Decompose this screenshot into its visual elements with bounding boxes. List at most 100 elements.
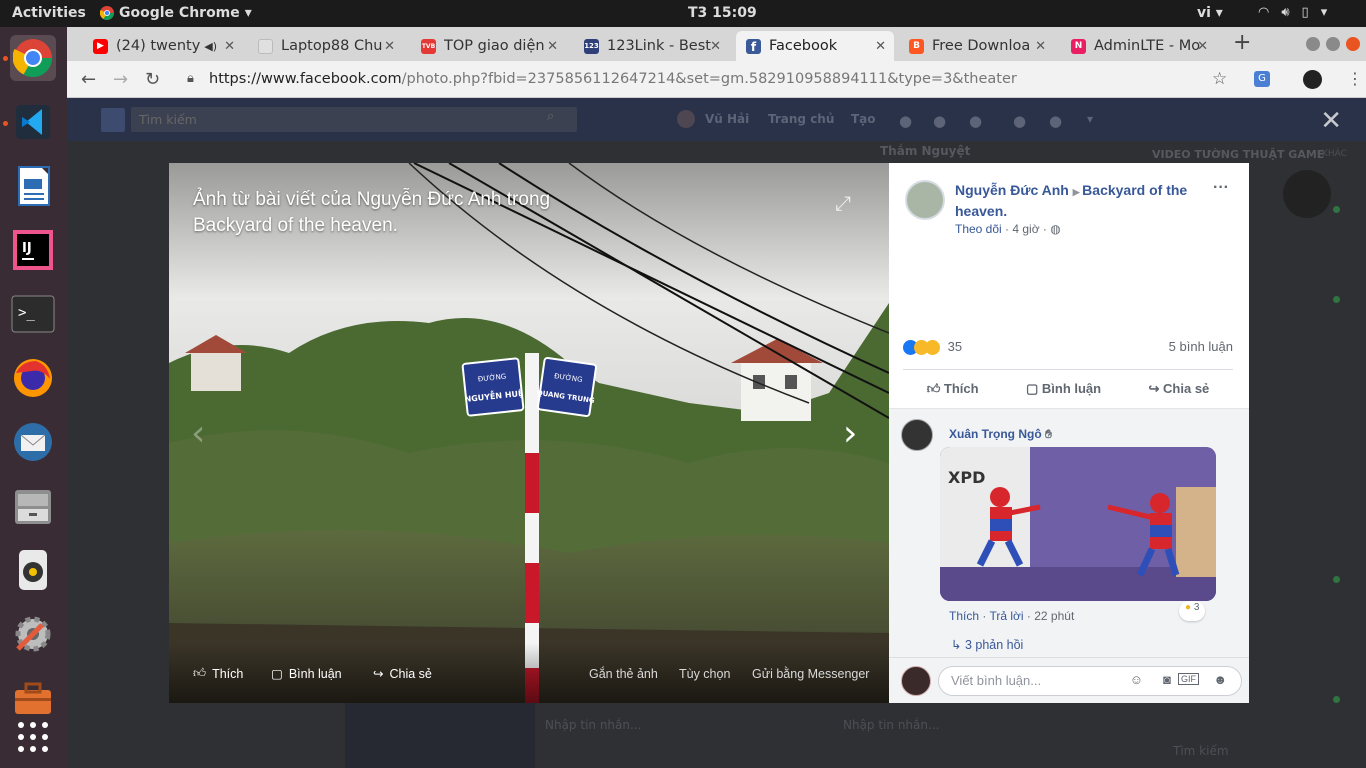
back-arrow-icon[interactable]: ← <box>81 69 96 90</box>
comment-reaction-badge[interactable]: ● 3 <box>1179 601 1206 621</box>
lock-icon[interactable]: 🔒︎ <box>187 71 194 86</box>
live-video-avatar[interactable] <box>1283 170 1331 218</box>
comment-time[interactable]: 22 phút <box>1034 609 1074 623</box>
bg-chat-input[interactable]: Nhập tin nhắn... <box>545 718 641 732</box>
commenter-name[interactable]: Xuân Trọng Ngô ✋︎ <box>949 427 1052 442</box>
close-window-button[interactable] <box>1346 37 1360 51</box>
post-like-button[interactable]: 👍︎ Thích <box>927 381 979 397</box>
tag-photo-button[interactable]: Gắn thẻ ảnh <box>589 667 658 681</box>
sticker-icon[interactable]: ☻ <box>1213 672 1227 687</box>
address-bar[interactable]: https://www.facebook.com/photo.php?fbid=… <box>209 71 1017 87</box>
close-tab-icon[interactable]: ✕ <box>224 39 235 54</box>
vscode-launcher[interactable] <box>10 99 56 145</box>
comment-count[interactable]: 5 bình luận <box>1169 339 1233 354</box>
forward-arrow-icon[interactable]: → <box>113 69 128 90</box>
new-tab-button[interactable]: + <box>1233 30 1251 55</box>
maximize-button[interactable] <box>1326 37 1340 51</box>
reload-icon[interactable]: ↻ <box>145 69 160 90</box>
haha-reaction-icon <box>925 340 940 356</box>
comment-input[interactable]: Viết bình luận... ☺ ◙ GIF ☻ <box>938 666 1242 696</box>
tab-top-giao-dien[interactable]: TVB TOP giao diện ✕ <box>411 31 566 61</box>
terminal-launcher[interactable]: >_ <box>10 291 56 337</box>
photo-share-button[interactable]: ↪ Chia sẻ <box>373 666 432 682</box>
friend-requests-icon[interactable]: ● <box>1013 112 1026 130</box>
close-tab-icon[interactable]: ✕ <box>547 39 558 54</box>
input-language[interactable]: vi ▾ <box>1197 5 1223 21</box>
photo-comment-button[interactable]: ▢ Bình luận <box>271 666 342 682</box>
photo-like-button[interactable]: 👍︎ Thích <box>193 666 243 681</box>
chrome-launcher[interactable] <box>10 35 56 81</box>
post-comment-button[interactable]: ▢ Bình luận <box>1026 381 1101 397</box>
fb-profile-link[interactable]: Vũ Hải <box>705 112 749 126</box>
system-tray[interactable]: ◠ 🔊︎ ▯ ▾ <box>1258 5 1327 20</box>
commenter-avatar[interactable] <box>901 419 933 451</box>
speaker-icon[interactable]: ◀︎) <box>204 40 217 53</box>
chevron-down-icon[interactable]: ▾ <box>1087 112 1093 126</box>
facebook-logo[interactable] <box>101 108 125 132</box>
expand-icon[interactable]: ⤢ <box>835 191 851 215</box>
firefox-launcher[interactable] <box>10 355 56 401</box>
show-applications-button[interactable] <box>10 714 56 760</box>
comment-like-link[interactable]: Thích <box>949 609 979 623</box>
close-tab-icon[interactable]: ✕ <box>875 39 886 54</box>
comment-gif[interactable]: XPD <box>940 447 1216 601</box>
prev-photo-icon[interactable]: ‹ <box>191 413 205 454</box>
gif-icon[interactable]: GIF <box>1178 673 1199 685</box>
writer-launcher[interactable] <box>10 163 56 209</box>
thunderbird-launcher[interactable] <box>10 419 56 465</box>
tab-free-download[interactable]: B Free Downloa ✕ <box>899 31 1054 61</box>
svg-text:>_: >_ <box>18 305 35 321</box>
friends-icon[interactable]: ● <box>899 112 912 130</box>
activities-button[interactable]: Activities <box>12 5 86 21</box>
post-time[interactable]: 4 giờ <box>1012 222 1039 236</box>
send-messenger-button[interactable]: Gửi bằng Messenger <box>752 667 869 681</box>
browser-tab-strip: ▶ (24) twenty ◀︎) ✕ Laptop88 Chu ✕ TVB T… <box>67 27 1366 61</box>
fb-search-input[interactable]: Tìm kiếm <box>131 107 577 132</box>
translate-icon[interactable]: G <box>1254 71 1270 87</box>
bg-chat-search[interactable]: Tìm kiếm <box>1173 744 1229 758</box>
tab-123link[interactable]: 123 123Link - Best ✕ <box>574 31 729 61</box>
tab-laptop88[interactable]: Laptop88 Chu ✕ <box>248 31 403 61</box>
photo-stage: ĐƯỜNG NGUYỄN HUỆ ĐƯỜNG QUANG TRUNG Ảnh t… <box>169 163 889 703</box>
follow-link[interactable]: Theo dõi <box>955 222 1002 236</box>
my-avatar[interactable] <box>901 666 931 696</box>
files-launcher[interactable] <box>10 483 56 529</box>
close-viewer-icon[interactable]: ✕ <box>1320 106 1342 136</box>
comment-reply-link[interactable]: Trả lời <box>989 609 1023 623</box>
tab-facebook[interactable]: f Facebook ✕ <box>736 31 894 61</box>
author-name[interactable]: Nguyễn Đức Anh <box>955 182 1069 198</box>
post-share-button[interactable]: ↪ Chia sẻ <box>1149 381 1210 397</box>
rhythmbox-launcher[interactable] <box>10 547 56 593</box>
view-replies-link[interactable]: ↳ 3 phản hồi <box>951 637 1023 652</box>
search-icon[interactable]: ⌕ <box>547 109 554 124</box>
messenger-icon[interactable]: ● <box>933 112 946 130</box>
bg-chat-input-2[interactable]: Nhập tin nhắn... <box>843 718 939 732</box>
bell-icon[interactable]: ● <box>969 112 982 130</box>
profile-avatar[interactable] <box>1303 70 1322 89</box>
fb-home-link[interactable]: Trang chủ <box>768 112 834 126</box>
emoji-icon[interactable]: ☺ <box>1130 672 1143 687</box>
camera-icon[interactable]: ◙ <box>1163 672 1171 687</box>
avatar[interactable] <box>677 110 695 128</box>
reaction-count[interactable]: 35 <box>948 339 962 354</box>
close-tab-icon[interactable]: ✕ <box>384 39 395 54</box>
minimize-button[interactable] <box>1306 37 1320 51</box>
author-avatar[interactable] <box>905 180 945 220</box>
bookmark-star-icon[interactable]: ☆ <box>1212 69 1227 89</box>
clock[interactable]: T3 15:09 <box>688 5 757 21</box>
settings-launcher[interactable] <box>10 611 56 657</box>
more-options-icon[interactable]: ··· <box>1213 179 1229 197</box>
intellij-launcher[interactable]: IJ <box>10 227 56 273</box>
fb-create-link[interactable]: Tạo <box>851 112 876 126</box>
wifi-icon: ◠ <box>1258 5 1270 20</box>
options-button[interactable]: Tùy chọn <box>679 667 730 681</box>
menu-kebab-icon[interactable]: ⋮ <box>1347 69 1363 88</box>
tab-youtube[interactable]: ▶ (24) twenty ◀︎) ✕ <box>83 31 243 61</box>
next-photo-icon[interactable]: › <box>843 413 857 454</box>
tab-adminlte[interactable]: N AdminLTE - Mo ✕ <box>1061 31 1216 61</box>
app-menu[interactable]: Google Chrome ▾ <box>100 5 252 21</box>
close-tab-icon[interactable]: ✕ <box>710 39 721 54</box>
close-tab-icon[interactable]: ✕ <box>1035 39 1046 54</box>
close-tab-icon[interactable]: ✕ <box>1197 39 1208 54</box>
help-icon[interactable]: ● <box>1049 112 1062 130</box>
